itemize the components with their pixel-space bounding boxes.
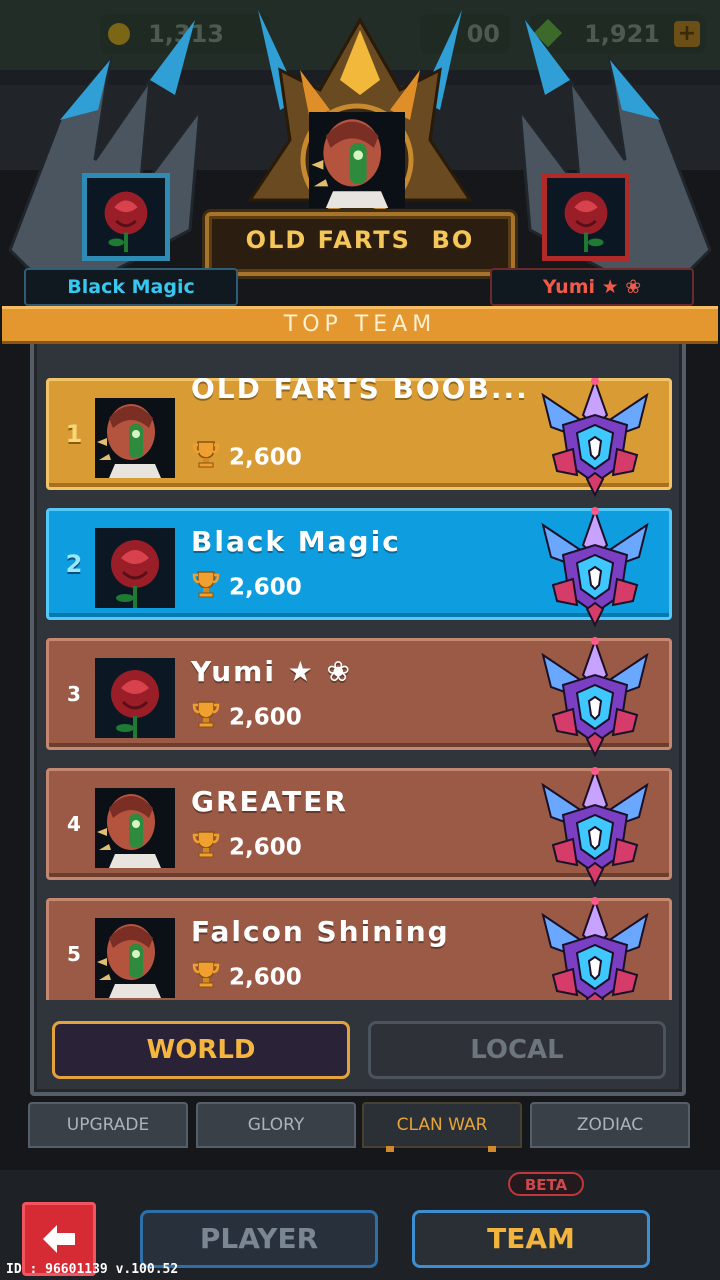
rank-number: 4 — [67, 812, 81, 836]
team-name: OLD FARTS BOOB... — [191, 378, 529, 405]
green-mask-icon — [95, 788, 175, 868]
rank-number: 5 — [67, 942, 81, 966]
build-id: ID : 96601139 v.100.52 — [6, 1262, 179, 1277]
left-team-name[interactable]: Black Magic — [24, 268, 238, 306]
rank-number: 3 — [67, 682, 81, 706]
red-rose-icon — [95, 658, 175, 738]
tab-indicator — [386, 1146, 394, 1152]
team-name: Yumi ★ ❀ — [191, 655, 353, 688]
rank-number: 1 — [65, 420, 83, 448]
trophy-value: 2,600 — [229, 834, 302, 861]
team-row[interactable]: 4 GREATER 2,600 — [46, 767, 672, 888]
team-name: Falcon Shining — [191, 915, 450, 948]
trophy-icon — [191, 439, 221, 477]
rank-emblem-icon — [533, 505, 657, 629]
trophy-value: 2,600 — [229, 444, 302, 471]
trophy-count: 2,600 — [191, 699, 302, 731]
trophy-icon — [191, 569, 221, 607]
rank-emblem-icon — [533, 765, 657, 889]
left-team-rose-icon — [82, 173, 170, 261]
trophy-value: 2,600 — [229, 964, 302, 991]
world-scope-button[interactable]: WORLD — [52, 1021, 350, 1079]
team-name: Black Magic — [191, 525, 401, 558]
right-team-name[interactable]: Yumi ★ ❀ — [490, 268, 694, 306]
trophy-count: 2,600 — [191, 959, 302, 991]
trophy-value: 2,600 — [229, 704, 302, 731]
team-row[interactable]: 3 Yumi ★ ❀ 2,600 — [46, 637, 672, 758]
team-leaderboard-list[interactable]: 1 OLD FARTS BOOB... 2,600 2 Black Magic 2,600… — [44, 378, 676, 1000]
green-mask-icon — [95, 398, 175, 478]
beta-badge: BETA — [508, 1172, 584, 1196]
right-team-rose-icon — [542, 173, 630, 261]
ribbon-label: TOP TEAM — [283, 312, 437, 337]
trophy-icon — [191, 699, 221, 737]
rank-emblem-icon — [533, 378, 657, 499]
team-tab-button[interactable]: TEAM — [412, 1210, 650, 1268]
red-rose-icon — [95, 528, 175, 608]
local-scope-button[interactable]: LOCAL — [368, 1021, 666, 1079]
tab-upgrade[interactable]: UPGRADE — [28, 1102, 188, 1148]
team-row[interactable]: 1 OLD FARTS BOOB... 2,600 — [46, 378, 672, 498]
green-mask-icon — [309, 112, 405, 208]
tab-zodiac[interactable]: ZODIAC — [530, 1102, 690, 1148]
tab-indicator — [488, 1146, 496, 1152]
green-mask-icon — [95, 918, 175, 998]
trophy-value: 2,600 — [229, 574, 302, 601]
trophy-count: 2,600 — [191, 439, 302, 471]
team-name: GREATER — [191, 785, 348, 818]
rank-number: 2 — [65, 550, 83, 578]
trophy-icon — [191, 829, 221, 867]
back-arrow-icon — [43, 1225, 75, 1253]
trophy-count: 2,600 — [191, 829, 302, 861]
tab-glory[interactable]: GLORY — [196, 1102, 356, 1148]
team-row[interactable]: 5 Falcon Shining 2,600 — [46, 895, 672, 1000]
trophy-icon — [191, 959, 221, 997]
team-row[interactable]: 2 Black Magic 2,600 — [46, 507, 672, 628]
rank-emblem-icon — [533, 635, 657, 759]
tab-clan-war[interactable]: CLAN WAR — [362, 1102, 522, 1148]
top-team-title: OLD FARTS BO — [245, 226, 475, 254]
player-tab-button[interactable]: PLAYER — [140, 1210, 378, 1268]
rank-emblem-icon — [533, 895, 657, 1000]
trophy-count: 2,600 — [191, 569, 302, 601]
